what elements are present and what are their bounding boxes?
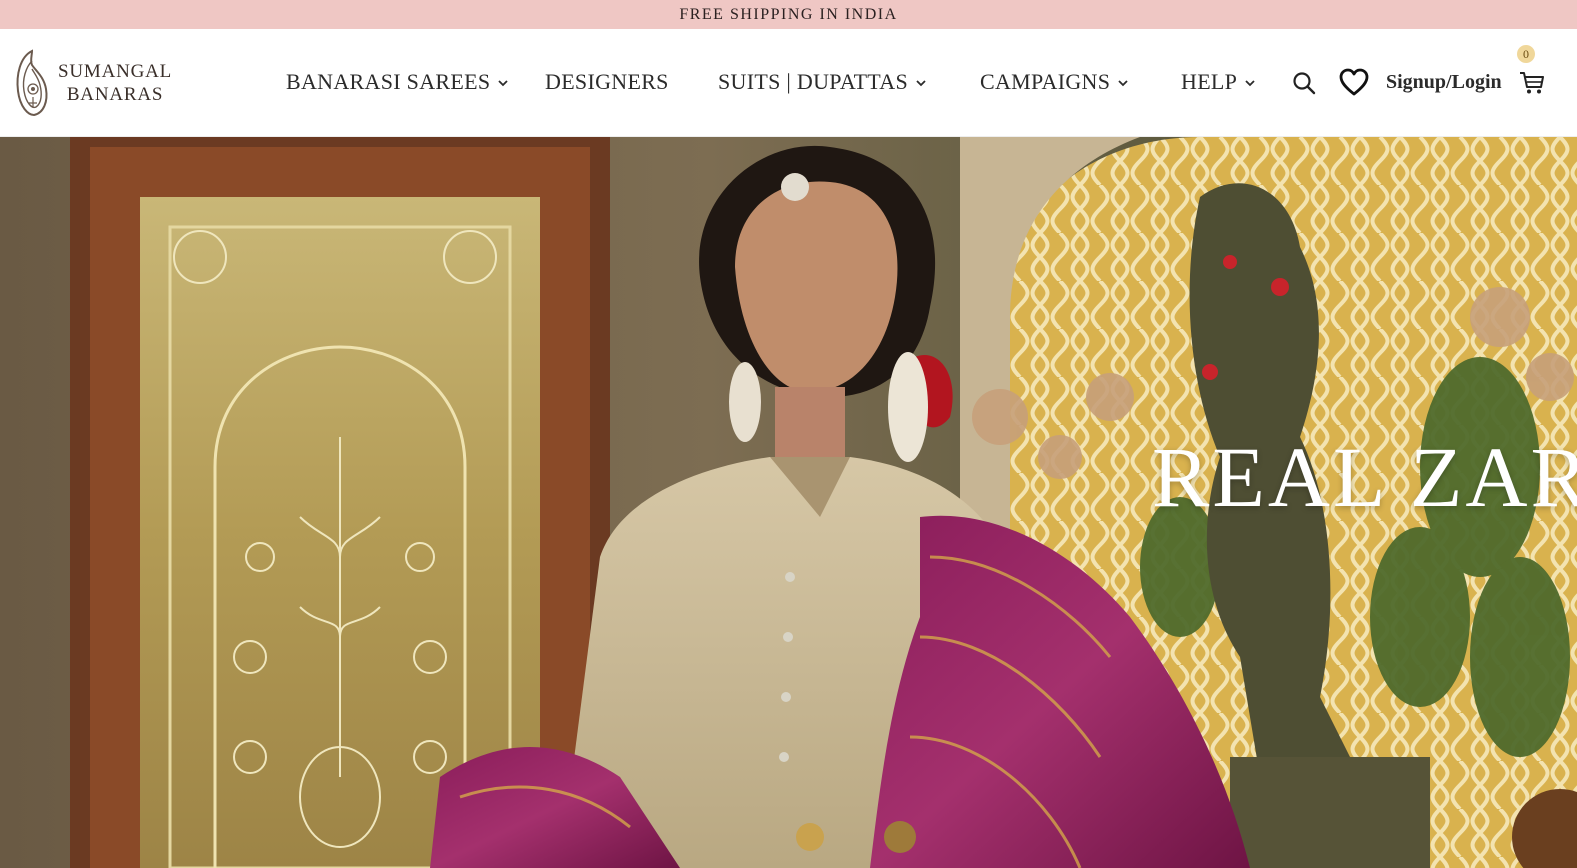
cart-button[interactable]: [1519, 71, 1545, 100]
nav-item-suits-dupattas[interactable]: SUITS | DUPATTAS: [718, 69, 927, 95]
chevron-down-icon: [498, 80, 509, 87]
chevron-down-icon: [1245, 80, 1255, 87]
heart-icon: [1339, 68, 1369, 96]
announcement-text: FREE SHIPPING IN INDIA: [679, 5, 898, 23]
paisley-logo-icon: [16, 49, 48, 117]
chevron-down-icon: [1118, 80, 1128, 87]
signup-login-link[interactable]: Signup/Login: [1386, 71, 1502, 94]
nav-label: HELP: [1181, 69, 1238, 94]
nav-item-help[interactable]: HELP: [1181, 69, 1256, 95]
nav-label: CAMPAIGNS: [980, 69, 1111, 94]
search-button[interactable]: [1292, 71, 1316, 100]
hero-title: REAL ZAR: [1152, 429, 1577, 525]
nav-item-campaigns[interactable]: CAMPAIGNS: [980, 69, 1129, 95]
wishlist-button[interactable]: [1339, 68, 1369, 101]
nav-label: DESIGNERS: [545, 69, 669, 94]
brand-line-1: SUMANGAL: [58, 61, 173, 82]
nav-label: BANARASI SAREES: [286, 69, 491, 94]
brand-logo[interactable]: SUMANGAL BANARAS: [12, 47, 172, 119]
nav-label: SUITS | DUPATTAS: [718, 69, 909, 94]
chevron-down-icon: [916, 80, 926, 87]
hero-banner[interactable]: REAL ZAR: [0, 137, 1577, 868]
nav-item-designers[interactable]: DESIGNERS: [545, 69, 669, 95]
brand-line-2: BANARAS: [66, 84, 164, 105]
cart-count-badge: 0: [1517, 45, 1535, 63]
site-header: SUMANGAL BANARAS BANARASI SAREES DESIGNE…: [0, 29, 1577, 137]
announcement-bar: FREE SHIPPING IN INDIA: [0, 0, 1577, 29]
search-icon: [1293, 72, 1316, 95]
cart-icon: [1520, 72, 1544, 94]
nav-item-banarasi-sarees[interactable]: BANARASI SAREES: [286, 69, 509, 95]
